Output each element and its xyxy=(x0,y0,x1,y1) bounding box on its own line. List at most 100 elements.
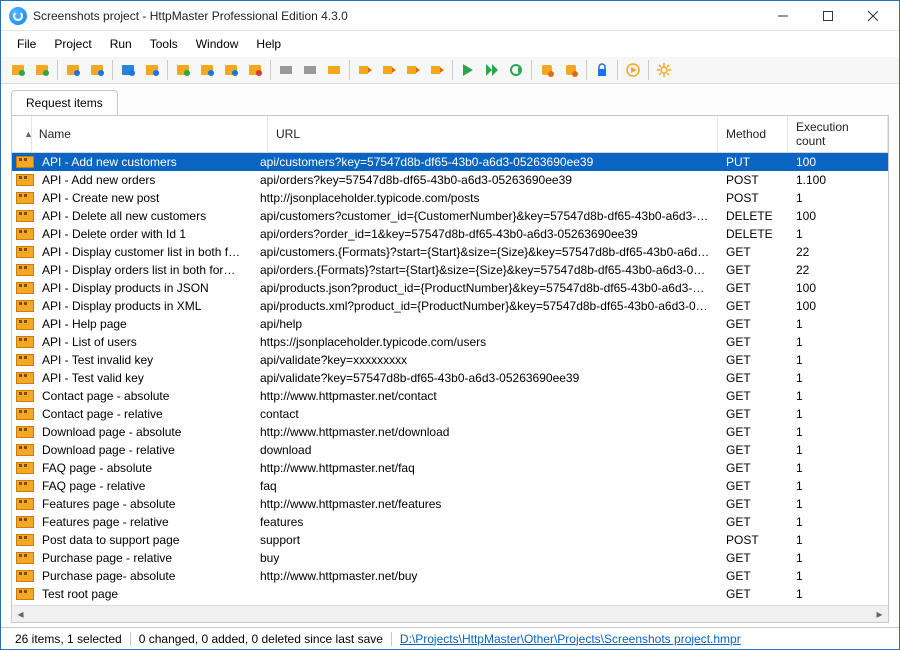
cell-method: GET xyxy=(718,263,788,277)
table-row[interactable]: API - Delete order with Id 1api/orders?o… xyxy=(12,225,888,243)
table-row[interactable]: FAQ page - absolutehttp://www.httpmaster… xyxy=(12,459,888,477)
cell-method: GET xyxy=(718,245,788,259)
status-project-path[interactable]: D:\Projects\HttpMaster\Other\Projects\Sc… xyxy=(392,632,749,646)
request-icon xyxy=(16,174,34,186)
tab-request-items[interactable]: Request items xyxy=(11,90,118,115)
close-button[interactable] xyxy=(850,1,895,30)
table-row[interactable]: Purchase page - relativebuyGET1 xyxy=(12,549,888,567)
stop-button[interactable] xyxy=(536,59,558,81)
play-continuous-button[interactable] xyxy=(505,59,527,81)
status-item-count: 26 items, 1 selected xyxy=(7,632,131,646)
request-icon xyxy=(16,354,34,366)
request-icon xyxy=(16,282,34,294)
validate-group-button[interactable] xyxy=(323,59,345,81)
table-row[interactable]: API - List of usershttps://jsonplacehold… xyxy=(12,333,888,351)
new-request-button[interactable] xyxy=(172,59,194,81)
table-row[interactable]: Contact page - relativecontactGET1 xyxy=(12,405,888,423)
table-row[interactable]: Features page - relativefeaturesGET1 xyxy=(12,513,888,531)
stop-all-button[interactable] xyxy=(560,59,582,81)
cell-method: GET xyxy=(718,515,788,529)
table-row[interactable]: API - Add new ordersapi/orders?key=57547… xyxy=(12,171,888,189)
cell-execution-count: 100 xyxy=(788,299,888,313)
cell-name: API - Test valid key xyxy=(34,371,252,385)
validate-all-button[interactable] xyxy=(299,59,321,81)
cell-name: Contact page - absolute xyxy=(34,389,252,403)
cell-execution-count: 1 xyxy=(788,497,888,511)
table-row[interactable]: API - Help pageapi/helpGET1 xyxy=(12,315,888,333)
request-icon xyxy=(16,480,34,492)
table-row[interactable]: API - Add new customersapi/customers?key… xyxy=(12,153,888,171)
run-all-button[interactable] xyxy=(426,59,448,81)
column-name[interactable]: ▲Name xyxy=(32,116,268,152)
lock-button[interactable] xyxy=(591,59,613,81)
run-single-button[interactable] xyxy=(354,59,376,81)
delete-request-button[interactable] xyxy=(244,59,266,81)
request-icon xyxy=(16,534,34,546)
table-row[interactable]: API - Display customer list in both form… xyxy=(12,243,888,261)
table-row[interactable]: API - Test invalid keyapi/validate?key=x… xyxy=(12,351,888,369)
cell-method: GET xyxy=(718,551,788,565)
grid-body[interactable]: API - Add new customersapi/customers?key… xyxy=(12,153,888,605)
request-icon xyxy=(16,552,34,564)
table-row[interactable]: Download page - relativedownloadGET1 xyxy=(12,441,888,459)
table-row[interactable]: Download page - absolutehttp://www.httpm… xyxy=(12,423,888,441)
column-execution-count[interactable]: Execution count xyxy=(788,116,888,152)
table-row[interactable]: Test root pageGET1 xyxy=(12,585,888,603)
minimize-button[interactable] xyxy=(760,1,805,30)
cell-execution-count: 1 xyxy=(788,227,888,241)
menu-tools[interactable]: Tools xyxy=(142,34,186,54)
scroll-right-icon[interactable]: ▸ xyxy=(871,606,888,623)
edit-request-button[interactable] xyxy=(196,59,218,81)
cell-execution-count: 1 xyxy=(788,551,888,565)
table-row[interactable]: Post data to support pagesupportPOST1 xyxy=(12,531,888,549)
cell-execution-count: 100 xyxy=(788,155,888,169)
cell-url: api/validate?key=57547d8b-df65-43b0-a6d3… xyxy=(252,371,718,385)
play-all-button[interactable] xyxy=(481,59,503,81)
cell-execution-count: 1 xyxy=(788,191,888,205)
run-selected-button[interactable] xyxy=(378,59,400,81)
request-icon xyxy=(16,390,34,402)
save-all-button[interactable] xyxy=(86,59,108,81)
table-row[interactable]: FAQ page - relativefaqGET1 xyxy=(12,477,888,495)
menu-help[interactable]: Help xyxy=(248,34,289,54)
cell-url: api/validate?key=xxxxxxxxx xyxy=(252,353,718,367)
save-request-button[interactable] xyxy=(62,59,84,81)
table-row[interactable]: API - Create new posthttp://jsonplacehol… xyxy=(12,189,888,207)
settings-button[interactable] xyxy=(653,59,675,81)
table-row[interactable]: API - Display orders list in both format… xyxy=(12,261,888,279)
tabstrip: Request items xyxy=(1,84,899,115)
table-row[interactable]: Features page - absolutehttp://www.httpm… xyxy=(12,495,888,513)
table-row[interactable]: Purchase page- absolutehttp://www.httpma… xyxy=(12,567,888,585)
execute-button[interactable] xyxy=(622,59,644,81)
cell-url: api/customers?key=57547d8b-df65-43b0-a6d… xyxy=(252,155,718,169)
menu-file[interactable]: File xyxy=(9,34,44,54)
cell-name: API - Delete all new customers xyxy=(34,209,252,223)
cell-name: API - Display customer list in both form… xyxy=(34,245,252,259)
play-button[interactable] xyxy=(457,59,479,81)
maximize-button[interactable] xyxy=(805,1,850,30)
column-url[interactable]: URL xyxy=(268,116,718,152)
table-row[interactable]: API - Delete all new customersapi/custom… xyxy=(12,207,888,225)
duplicate-request-button[interactable] xyxy=(220,59,242,81)
menu-project[interactable]: Project xyxy=(46,34,99,54)
horizontal-scrollbar[interactable]: ◂ ▸ xyxy=(12,605,888,622)
cell-method: GET xyxy=(718,587,788,601)
open-project-button[interactable] xyxy=(31,59,53,81)
menu-run[interactable]: Run xyxy=(102,34,140,54)
scroll-left-icon[interactable]: ◂ xyxy=(12,606,29,623)
export-button[interactable] xyxy=(141,59,163,81)
request-icon xyxy=(16,192,34,204)
validate-button[interactable] xyxy=(275,59,297,81)
table-row[interactable]: API - Test valid keyapi/validate?key=575… xyxy=(12,369,888,387)
run-next-button[interactable] xyxy=(402,59,424,81)
import-button[interactable] xyxy=(117,59,139,81)
table-row[interactable]: API - Display products in JSONapi/produc… xyxy=(12,279,888,297)
request-icon xyxy=(16,318,34,330)
column-method[interactable]: Method xyxy=(718,116,788,152)
menu-window[interactable]: Window xyxy=(188,34,247,54)
cell-name: API - Display orders list in both format… xyxy=(34,263,252,277)
table-row[interactable]: API - Display products in XMLapi/product… xyxy=(12,297,888,315)
new-project-button[interactable] xyxy=(7,59,29,81)
grid-header: ▲Name URL Method Execution count xyxy=(12,116,888,153)
table-row[interactable]: Contact page - absolutehttp://www.httpma… xyxy=(12,387,888,405)
